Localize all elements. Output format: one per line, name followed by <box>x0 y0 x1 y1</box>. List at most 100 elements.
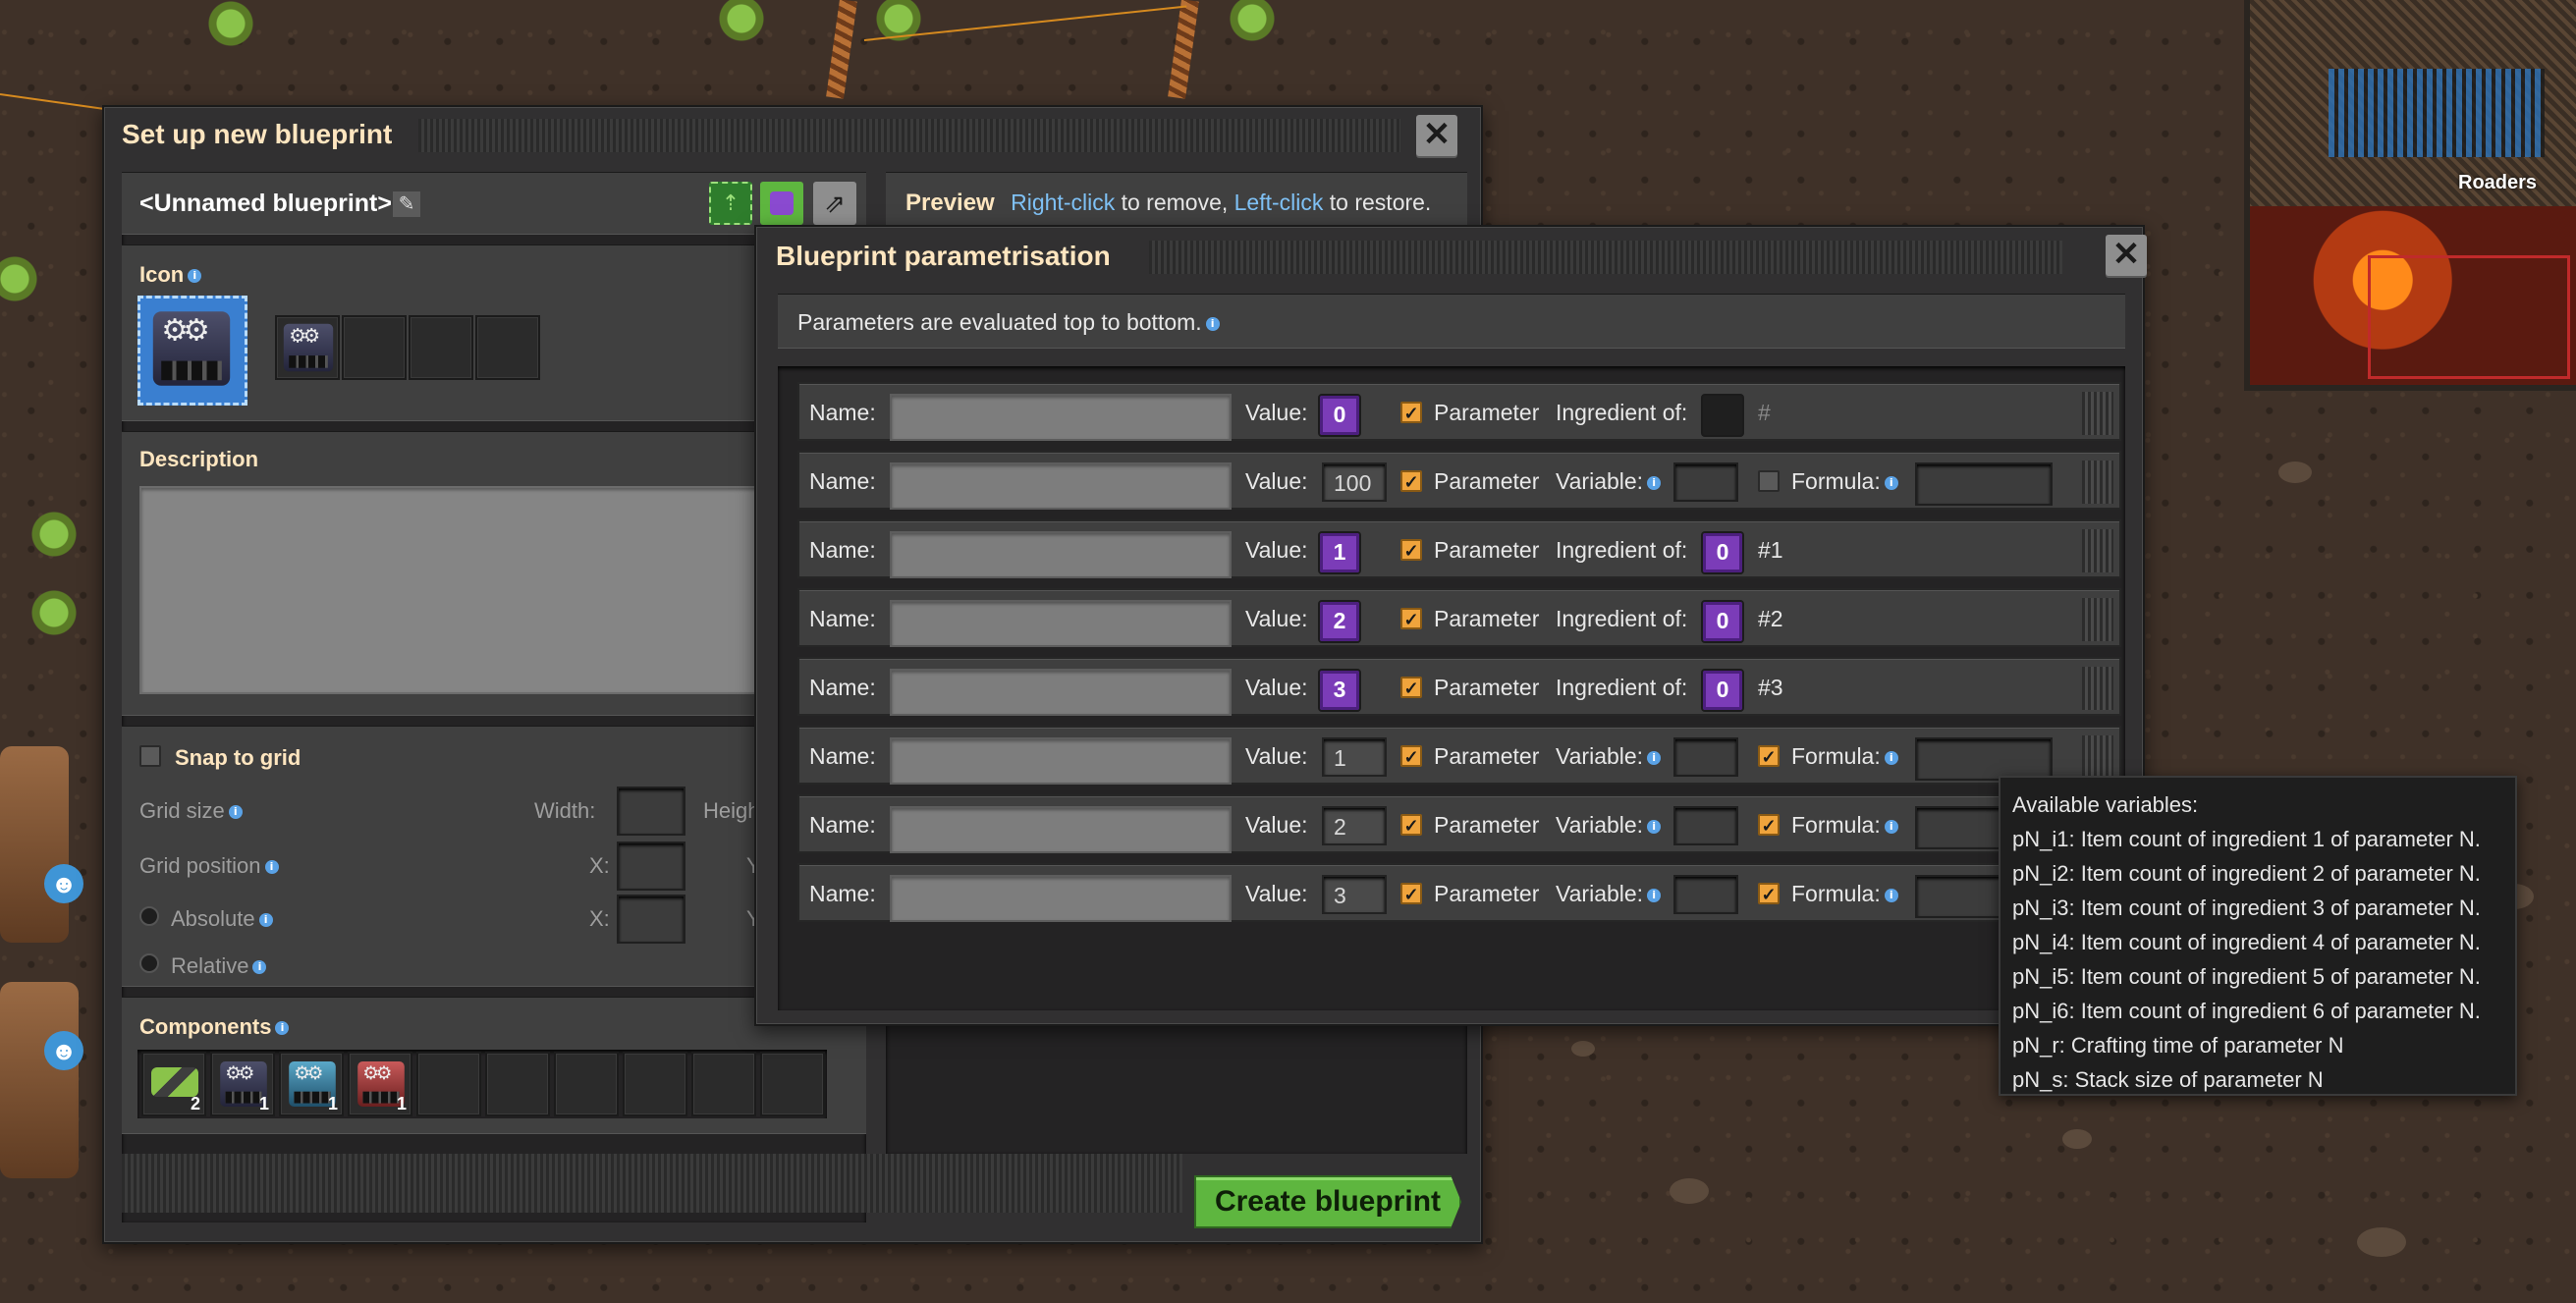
component-slot-empty <box>760 1052 825 1116</box>
power-wire <box>0 93 117 112</box>
grid-width-input[interactable] <box>617 787 685 836</box>
parameter-checkbox[interactable]: ✓ <box>1400 608 1422 629</box>
icon-slot-5[interactable] <box>475 315 540 380</box>
parameter-value-input[interactable]: 3 <box>1322 875 1387 914</box>
row-drag-handle[interactable] <box>2082 667 2113 710</box>
parametrisation-dragbar[interactable] <box>1149 241 2062 274</box>
variable-input[interactable] <box>1673 806 1738 845</box>
parameter-name-input[interactable] <box>890 875 1232 922</box>
formula-input[interactable] <box>1915 462 2053 506</box>
icon-slot-2[interactable] <box>275 315 340 380</box>
row-drag-handle[interactable] <box>2082 461 2113 504</box>
parameter-checkbox[interactable]: ✓ <box>1400 745 1422 767</box>
info-icon[interactable]: i <box>1884 750 1898 765</box>
parameter-name-input[interactable] <box>890 394 1232 441</box>
create-blueprint-button[interactable]: Create blueprint <box>1194 1175 1461 1228</box>
parameter-checkbox[interactable]: ✓ <box>1400 677 1422 698</box>
parameter-name-input[interactable] <box>890 462 1232 510</box>
parameter-value-signal[interactable]: 1 <box>1318 531 1361 574</box>
info-icon[interactable]: i <box>275 1021 290 1036</box>
ingredient-of-signal[interactable]: 0 <box>1701 600 1744 643</box>
minimap[interactable]: Roaders <box>2244 0 2576 391</box>
parameter-value-input[interactable]: 1 <box>1322 737 1387 777</box>
info-icon[interactable]: i <box>252 960 267 975</box>
ingredient-of-signal[interactable]: 0 <box>1701 531 1744 574</box>
formula-checkbox[interactable]: ✓ <box>1758 745 1780 767</box>
parameter-value-input[interactable]: 2 <box>1322 806 1387 845</box>
parameter-checkbox[interactable]: ✓ <box>1400 814 1422 836</box>
tooltip-line: pN_i1: Item count of ingredient 1 of par… <box>2012 827 2481 851</box>
parameter-value-signal[interactable]: 3 <box>1318 669 1361 712</box>
select-area-button[interactable]: ⇡ <box>709 182 752 225</box>
export-string-button[interactable]: ⇗ <box>813 182 856 225</box>
formula-checkbox[interactable] <box>1758 470 1780 492</box>
absolute-radio[interactable] <box>139 906 159 926</box>
blueprint-window-dragbar[interactable] <box>418 119 1400 152</box>
parameter-name-input[interactable] <box>890 600 1232 647</box>
component-slot-empty <box>691 1052 756 1116</box>
variable-input[interactable] <box>1673 462 1738 502</box>
component-slot[interactable]: 1 <box>210 1052 275 1116</box>
row-drag-handle[interactable] <box>2082 598 2113 641</box>
left-click-hint: Left-click <box>1233 190 1324 215</box>
description-textarea[interactable] <box>139 486 847 694</box>
preview-hint: Preview Right-click to remove, Left-clic… <box>905 190 1431 217</box>
info-icon[interactable]: i <box>228 805 243 820</box>
info-icon[interactable]: i <box>1884 888 1898 902</box>
parameter-checkbox[interactable]: ✓ <box>1400 539 1422 561</box>
info-icon[interactable]: i <box>258 913 273 928</box>
grid-x-input[interactable] <box>617 842 685 891</box>
info-icon[interactable]: i <box>1884 819 1898 834</box>
icon-slot-3[interactable] <box>342 315 407 380</box>
info-icon[interactable]: i <box>1647 819 1662 834</box>
relative-radio[interactable] <box>139 953 159 973</box>
parameter-value-signal[interactable]: 2 <box>1318 600 1361 643</box>
parameter-checkbox[interactable]: ✓ <box>1400 883 1422 904</box>
parametrisation-close-button[interactable]: ✕ <box>2106 235 2147 276</box>
row-drag-handle[interactable] <box>2082 392 2113 435</box>
info-icon[interactable]: i <box>1647 475 1662 490</box>
ingredient-of-value: 0 <box>1716 677 1729 702</box>
main-icon-slot[interactable] <box>137 296 247 406</box>
tooltip-line: pN_i6: Item count of ingredient 6 of par… <box>2012 999 2481 1023</box>
component-slot[interactable]: 1 <box>279 1052 344 1116</box>
component-slot[interactable]: 2 <box>141 1052 206 1116</box>
ingredient-of-value: 0 <box>1716 608 1729 633</box>
info-icon[interactable]: i <box>1884 475 1898 490</box>
parameter-name-input[interactable] <box>890 531 1232 578</box>
ingredient-of-slot[interactable] <box>1701 394 1744 437</box>
info-icon[interactable]: i <box>1647 888 1662 902</box>
parameter-checkbox[interactable]: ✓ <box>1400 402 1422 423</box>
row-drag-handle[interactable] <box>2082 529 2113 572</box>
parameter-name-input[interactable] <box>890 806 1232 853</box>
variable-label: Variable: i <box>1556 881 1662 907</box>
parameter-name-input[interactable] <box>890 669 1232 716</box>
parameter-name-input[interactable] <box>890 737 1232 785</box>
info-icon[interactable]: i <box>264 860 279 875</box>
ingredient-of-signal[interactable]: 0 <box>1701 669 1744 712</box>
component-slot[interactable]: 1 <box>348 1052 412 1116</box>
formula-checkbox[interactable]: ✓ <box>1758 814 1780 836</box>
variable-input[interactable] <box>1673 737 1738 777</box>
info-icon[interactable]: i <box>1647 750 1662 765</box>
parameters-button[interactable] <box>760 182 803 225</box>
parameter-checkbox[interactable]: ✓ <box>1400 470 1422 492</box>
bottom-dragbar <box>122 1154 1182 1213</box>
info-icon[interactable]: i <box>188 269 202 284</box>
formula-input[interactable] <box>1915 737 2053 781</box>
snap-to-grid-checkbox[interactable] <box>139 745 161 767</box>
name-label: Name: <box>809 468 876 494</box>
variable-input[interactable] <box>1673 875 1738 914</box>
parameter-value-input[interactable]: 100 <box>1322 462 1387 502</box>
parameter-value-signal[interactable]: 0 <box>1318 394 1361 437</box>
absolute-x-input[interactable] <box>617 895 685 944</box>
formula-checkbox[interactable]: ✓ <box>1758 883 1780 904</box>
icon-slot-4[interactable] <box>409 315 473 380</box>
rename-pencil-icon[interactable]: ✎ <box>393 191 420 217</box>
info-icon[interactable]: i <box>1205 316 1220 331</box>
row-drag-handle[interactable] <box>2082 735 2113 779</box>
formula-label: Formula: i <box>1791 812 1898 839</box>
blueprint-window-close-button[interactable]: ✕ <box>1416 115 1457 156</box>
parametrisation-note-bar: Parameters are evaluated top to bottom. i <box>778 294 2125 349</box>
ingredient-of-label: Ingredient of: <box>1556 675 1688 700</box>
